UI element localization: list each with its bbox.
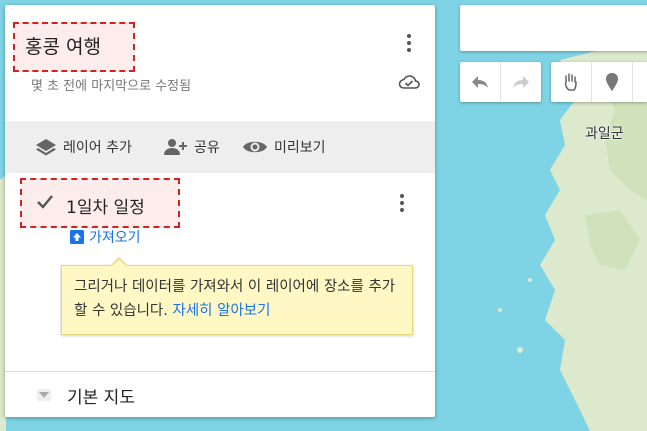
layer-name: 1일차 일정 <box>66 198 145 218</box>
draw-line-button[interactable] <box>632 62 647 102</box>
layer-options-menu-icon[interactable] <box>390 191 414 215</box>
redo-button[interactable] <box>500 62 541 102</box>
map-editor-panel: 홍콩 여행 몇 초 전에 마지막으로 수정됨 레이어 추가 공유 미리보기 1일… <box>5 5 435 417</box>
base-map-row[interactable]: 기본 지도 <box>5 372 435 417</box>
title-section: 홍콩 여행 몇 초 전에 마지막으로 수정됨 <box>5 5 435 121</box>
preview-button[interactable]: 미리보기 <box>242 121 326 173</box>
search-box[interactable] <box>460 5 647 51</box>
import-label: 가져오기 <box>89 230 141 246</box>
pan-tool-button[interactable] <box>551 62 591 102</box>
add-layer-button[interactable]: 레이어 추가 <box>35 121 132 173</box>
layer-help-tooltip: 그리거나 데이터를 가져와서 이 레이어에 장소를 추가할 수 있습니다. 자세… <box>61 257 413 335</box>
undo-icon <box>472 76 488 88</box>
eye-icon <box>243 141 267 153</box>
map-tools-group <box>551 62 647 102</box>
redo-icon <box>513 76 529 88</box>
add-layer-label: 레이어 추가 <box>63 140 132 156</box>
layer-header[interactable]: 1일차 일정 <box>20 178 180 228</box>
layer-visibility-checkbox[interactable] <box>36 194 54 210</box>
caret-down-icon <box>39 392 49 398</box>
layer-section: 1일차 일정 가져오기 그리거나 데이터를 가져와서 이 레이어에 장소를 추가… <box>5 173 435 371</box>
share-button[interactable]: 공유 <box>162 121 220 173</box>
expand-base-map-icon[interactable] <box>37 389 51 401</box>
cloud-saved-icon <box>398 75 420 89</box>
learn-more-link[interactable]: 자세히 알아보기 <box>172 303 270 319</box>
preview-label: 미리보기 <box>274 140 326 156</box>
base-map-label: 기본 지도 <box>67 388 135 408</box>
map-place-label: 과일군 <box>585 126 624 142</box>
import-icon <box>70 230 84 244</box>
hand-icon <box>564 73 577 91</box>
add-marker-button[interactable] <box>591 62 632 102</box>
undo-redo-group <box>460 62 541 102</box>
panel-toolbar: 레이어 추가 공유 미리보기 <box>5 121 435 173</box>
undo-button[interactable] <box>460 62 500 102</box>
layers-icon <box>36 139 56 156</box>
import-link[interactable]: 가져오기 <box>69 227 141 247</box>
add-person-icon <box>164 139 187 155</box>
saved-status: 몇 초 전에 마지막으로 수정됨 <box>31 79 192 94</box>
marker-icon <box>606 73 618 91</box>
map-options-menu-icon[interactable] <box>397 31 421 55</box>
tooltip-arrow-fill <box>111 259 127 267</box>
share-label: 공유 <box>194 140 220 156</box>
map-title[interactable]: 홍콩 여행 <box>13 22 135 72</box>
